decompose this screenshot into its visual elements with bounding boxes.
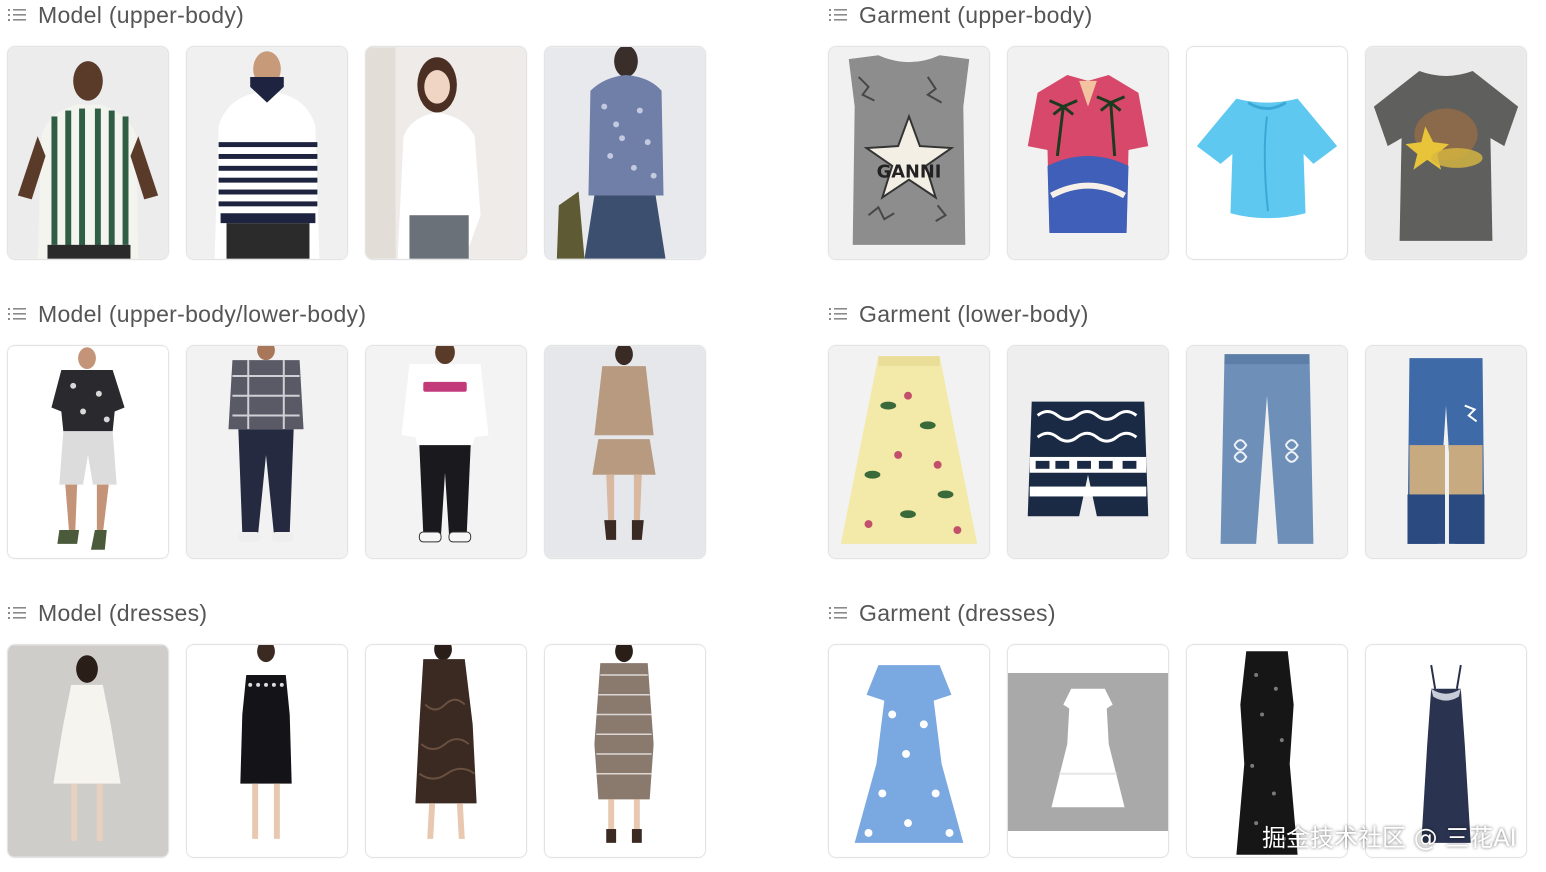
section-title: Garment (dresses) (859, 599, 1056, 626)
garment-image-light-jeans[interactable] (1186, 345, 1348, 559)
ganni-logo-text: GANNI (877, 163, 942, 183)
image-row (7, 644, 706, 858)
list-icon (829, 7, 849, 23)
garment-image-white-tiered-dress[interactable] (1007, 644, 1169, 858)
model-image-floral-shirt-shorts[interactable] (7, 345, 169, 559)
image-row (7, 46, 706, 260)
section-title: Garment (upper-body) (859, 1, 1093, 28)
section-title: Model (upper-body) (38, 1, 245, 28)
watermark-text: 掘金技术社区 @ 三花AI (1262, 824, 1517, 852)
section-header: Garment (lower-body) (821, 299, 1089, 329)
list-icon (8, 605, 28, 621)
list-icon (829, 605, 849, 621)
list-icon (829, 306, 849, 322)
section-header: Model (upper-body) (0, 0, 244, 30)
model-image-white-tee-black-pants[interactable] (365, 345, 527, 559)
model-image-brown-lace-dress[interactable] (365, 644, 527, 858)
section-header: Garment (dresses) (821, 598, 1056, 628)
section-title: Garment (lower-body) (859, 300, 1089, 327)
garment-image-logo-shorts[interactable] (1007, 345, 1169, 559)
section-title: Model (dresses) (38, 599, 208, 626)
section-header: Garment (upper-body) (821, 0, 1093, 30)
model-image-navy-stripe-polo[interactable] (186, 46, 348, 260)
image-row (828, 345, 1527, 559)
model-image-plaid-cardigan[interactable] (186, 345, 348, 559)
model-image-black-dress[interactable] (186, 644, 348, 858)
list-icon (8, 306, 28, 322)
section-header: Model (dresses) (0, 598, 207, 628)
garment-image-ganni-vest[interactable]: GANNI (828, 46, 990, 260)
model-image-white-dress[interactable] (7, 644, 169, 858)
model-image-beige-knit-set[interactable] (544, 345, 706, 559)
model-image-patterned-cardigan[interactable] (544, 46, 706, 260)
image-row: GANNI (828, 46, 1527, 260)
garment-image-patchwork-jeans[interactable] (1365, 345, 1527, 559)
model-image-print-wrap-dress[interactable] (544, 644, 706, 858)
garment-image-graphic-tee[interactable] (1365, 46, 1527, 260)
garment-image-hawaiian-shirt[interactable] (1007, 46, 1169, 260)
garment-image-blue-floral-dress[interactable] (828, 644, 990, 858)
garment-image-floral-skirt[interactable] (828, 345, 990, 559)
model-image-white-top-woman[interactable] (365, 46, 527, 260)
image-row (7, 345, 706, 559)
model-image-striped-shirt[interactable] (7, 46, 169, 260)
garment-image-blue-crop-tee[interactable] (1186, 46, 1348, 260)
list-icon (8, 7, 28, 23)
section-header: Model (upper-body/lower-body) (0, 299, 366, 329)
section-title: Model (upper-body/lower-body) (38, 300, 367, 327)
